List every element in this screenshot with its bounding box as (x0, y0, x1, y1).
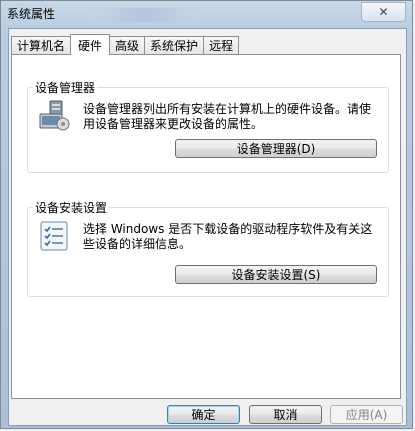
device-installation-group-title: 设备安装设置 (33, 199, 110, 216)
title-bar[interactable]: 系统属性 ✕ (1, 1, 412, 27)
close-icon: ✕ (378, 5, 389, 19)
device-installation-description: 选择 Windows 是否下载设备的驱动程序软件及有关这些设备的详细信息。 (83, 222, 373, 251)
dialog-client-area: 计算机名 硬件 高级 系统保护 远程 设备管理器 设备管理器列出所有安装在计算机… (8, 28, 407, 426)
device-manager-description: 设备管理器列出所有安装在计算机上的硬件设备。请使用设备管理器来更改设备的属性。 (83, 102, 372, 131)
checklist-icon (38, 220, 72, 254)
device-installation-group: 设备安装设置 选择 Windows 是否下载设备的驱动程序软件及有关这些设备的详… (27, 199, 389, 297)
hardware-tab-panel: 设备管理器 设备管理器列出所有安装在计算机上的硬件设备。请使用设备管理器来更改设… (11, 54, 401, 399)
ok-button[interactable]: 确定 (167, 405, 240, 424)
blurred-title-area (89, 8, 199, 22)
device-manager-group: 设备管理器 设备管理器列出所有安装在计算机上的硬件设备。请使用设备管理器来更改设… (27, 79, 389, 173)
device-manager-icon (38, 98, 72, 132)
cancel-button[interactable]: 取消 (249, 405, 322, 424)
tab-system-protection[interactable]: 系统保护 (144, 36, 205, 54)
apply-button[interactable]: 应用(A) (330, 405, 403, 424)
device-manager-button[interactable]: 设备管理器(D) (175, 139, 377, 158)
tab-computer-name[interactable]: 计算机名 (11, 36, 72, 54)
tab-hardware[interactable]: 硬件 (70, 34, 111, 55)
tab-advanced[interactable]: 高级 (109, 36, 146, 54)
tab-strip: 计算机名 硬件 高级 系统保护 远程 (11, 34, 240, 55)
system-properties-window: 系统属性 ✕ 计算机名 硬件 高级 系统保护 远程 设备管理器 设备管理器列出所… (0, 0, 413, 429)
tab-remote[interactable]: 远程 (203, 36, 240, 54)
device-manager-group-title: 设备管理器 (33, 79, 98, 96)
device-installation-settings-button[interactable]: 设备安装设置(S) (175, 265, 377, 284)
close-button[interactable]: ✕ (361, 2, 406, 22)
window-title: 系统属性 (7, 7, 56, 21)
